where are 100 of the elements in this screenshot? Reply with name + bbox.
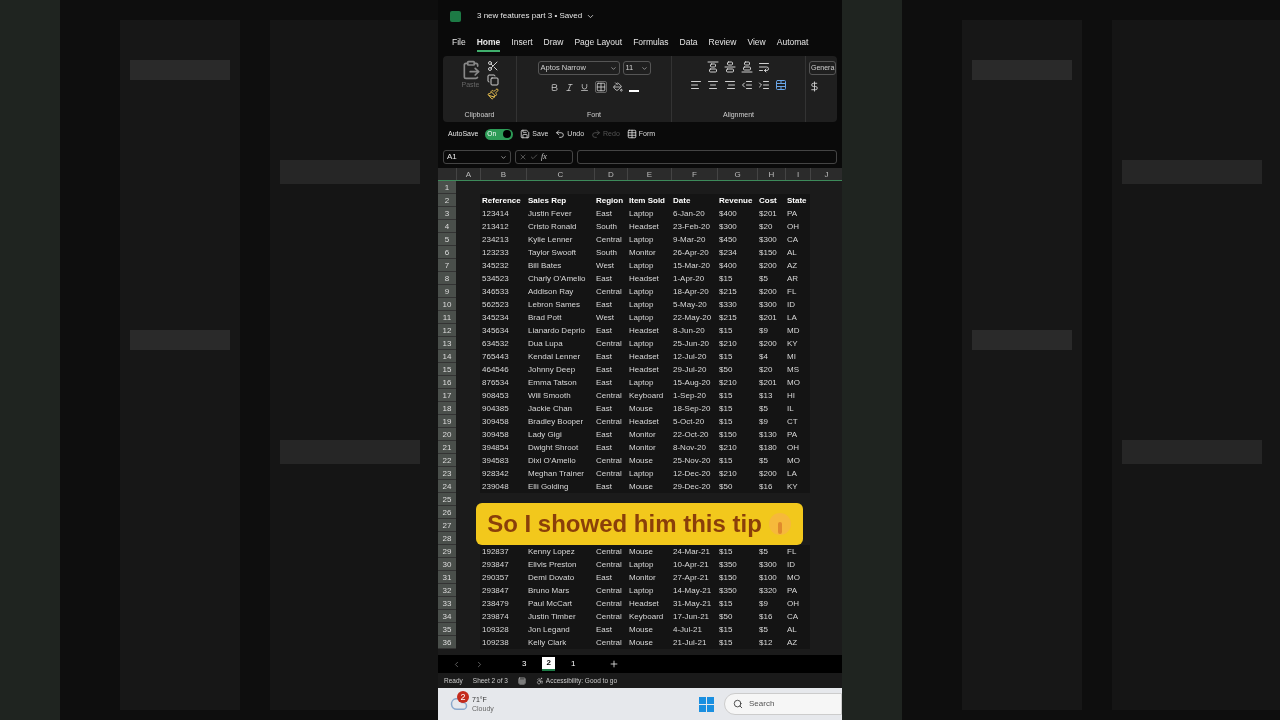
menu-tab[interactable]: Page Layout <box>574 36 623 52</box>
row-header[interactable]: 1 <box>438 181 456 194</box>
table-cell: 562523 <box>480 298 526 311</box>
row-header[interactable]: 33 <box>438 597 456 610</box>
row-header[interactable]: 10 <box>438 298 456 311</box>
row-header[interactable]: 2 <box>438 194 456 207</box>
row-header[interactable]: 36 <box>438 636 456 649</box>
format-painter-icon[interactable] <box>486 88 499 100</box>
menu-tab[interactable]: Review <box>708 36 737 52</box>
row-header[interactable]: 13 <box>438 337 456 350</box>
row-header[interactable]: 22 <box>438 454 456 467</box>
formula-field[interactable] <box>577 150 837 164</box>
menu-tab[interactable]: Formulas <box>633 36 669 52</box>
italic-icon[interactable] <box>564 82 574 92</box>
row-header[interactable]: 31 <box>438 571 456 584</box>
row-header[interactable]: 11 <box>438 311 456 324</box>
row-header[interactable]: 26 <box>438 506 456 519</box>
table-cell: $13 <box>757 389 785 402</box>
column-header[interactable]: F <box>671 168 717 180</box>
table-cell: 12-Dec-20 <box>671 467 717 480</box>
menu-tab[interactable]: Home <box>476 36 501 52</box>
search-field[interactable]: Search <box>724 693 842 715</box>
row-header[interactable]: 24 <box>438 480 456 493</box>
column-header[interactable]: D <box>594 168 627 180</box>
column-header[interactable]: E <box>627 168 671 180</box>
table-cell: $150 <box>717 428 757 441</box>
menu-tab[interactable]: Draw <box>543 36 564 52</box>
row-header[interactable]: 6 <box>438 246 456 259</box>
sheet-tab[interactable]: 2 <box>542 657 555 671</box>
row-header[interactable]: 14 <box>438 350 456 363</box>
row-header[interactable]: 27 <box>438 519 456 532</box>
row-header[interactable]: 15 <box>438 363 456 376</box>
table-cell: 8-Nov-20 <box>671 441 717 454</box>
align-right-icon[interactable] <box>724 79 736 91</box>
row-header[interactable]: 29 <box>438 545 456 558</box>
chevron-icon[interactable] <box>500 153 507 161</box>
row-header[interactable]: 32 <box>438 584 456 597</box>
menu-tab[interactable]: Automat <box>776 36 809 52</box>
chevron-icon[interactable] <box>609 64 617 72</box>
row-header[interactable]: 21 <box>438 441 456 454</box>
sheet-tab[interactable]: 1 <box>568 658 578 670</box>
row-header[interactable]: 9 <box>438 285 456 298</box>
copy-icon[interactable] <box>486 74 499 86</box>
column-header[interactable]: G <box>717 168 757 180</box>
row-header[interactable]: 19 <box>438 415 456 428</box>
row-header[interactable]: 30 <box>438 558 456 571</box>
column-header[interactable]: B <box>480 168 526 180</box>
row-header[interactable]: 7 <box>438 259 456 272</box>
indent-increase-icon[interactable] <box>758 79 770 91</box>
borders-icon[interactable] <box>594 81 607 93</box>
row-header[interactable]: 23 <box>438 467 456 480</box>
row-header[interactable]: 35 <box>438 623 456 636</box>
fill-color-icon[interactable] <box>612 82 623 92</box>
notification-badge: 2 <box>457 691 469 703</box>
table-cell: $150 <box>717 571 757 584</box>
align-center-icon[interactable] <box>707 79 719 91</box>
align-bottom-icon[interactable] <box>741 61 753 73</box>
row-header[interactable]: 17 <box>438 389 456 402</box>
bold-icon[interactable] <box>549 82 559 92</box>
column-header[interactable]: C <box>526 168 594 180</box>
add-sheet-icon[interactable] <box>609 659 620 669</box>
row-header[interactable]: 12 <box>438 324 456 337</box>
cut-icon[interactable] <box>486 60 499 72</box>
sheet-tab[interactable]: 3 <box>520 658 529 670</box>
align-left-icon[interactable] <box>690 79 702 91</box>
table-cell: $200 <box>757 467 785 480</box>
row-header[interactable]: 34 <box>438 610 456 623</box>
row-header[interactable]: 28 <box>438 532 456 545</box>
row-header[interactable]: 25 <box>438 493 456 506</box>
row-header[interactable]: 4 <box>438 220 456 233</box>
row-header[interactable]: 18 <box>438 402 456 415</box>
table-cell: Laptop <box>627 259 671 272</box>
row-header[interactable]: 16 <box>438 376 456 389</box>
table-cell: $210 <box>717 441 757 454</box>
wrap-text-icon[interactable] <box>758 61 770 73</box>
row-header[interactable]: 8 <box>438 272 456 285</box>
underline-icon[interactable] <box>579 82 589 92</box>
column-header[interactable]: A <box>456 168 480 180</box>
chevron-icon[interactable] <box>640 64 648 72</box>
menu-tab[interactable]: Insert <box>511 36 533 52</box>
menu-tab[interactable]: View <box>747 36 766 52</box>
function-button[interactable]: fx <box>541 151 547 163</box>
indent-decrease-icon[interactable] <box>741 79 753 91</box>
align-middle-icon[interactable] <box>724 61 736 73</box>
table-cell: $12 <box>757 636 785 649</box>
row-header[interactable]: 3 <box>438 207 456 220</box>
column-header[interactable]: I <box>785 168 810 180</box>
align-top-icon[interactable] <box>707 61 719 73</box>
currency-icon[interactable] <box>809 81 820 92</box>
cancel-icon[interactable] <box>519 153 527 161</box>
row-header[interactable]: 5 <box>438 233 456 246</box>
merge-icon[interactable] <box>775 79 787 91</box>
row-header[interactable]: 20 <box>438 428 456 441</box>
name-box[interactable]: A1 <box>443 150 511 164</box>
menu-tab[interactable]: File <box>452 36 466 52</box>
table-cell: Laptop <box>627 233 671 246</box>
table-cell: $400 <box>717 259 757 272</box>
start-icon[interactable] <box>699 696 714 712</box>
menu-tab[interactable]: Data <box>679 36 698 52</box>
column-header[interactable]: H <box>757 168 785 180</box>
